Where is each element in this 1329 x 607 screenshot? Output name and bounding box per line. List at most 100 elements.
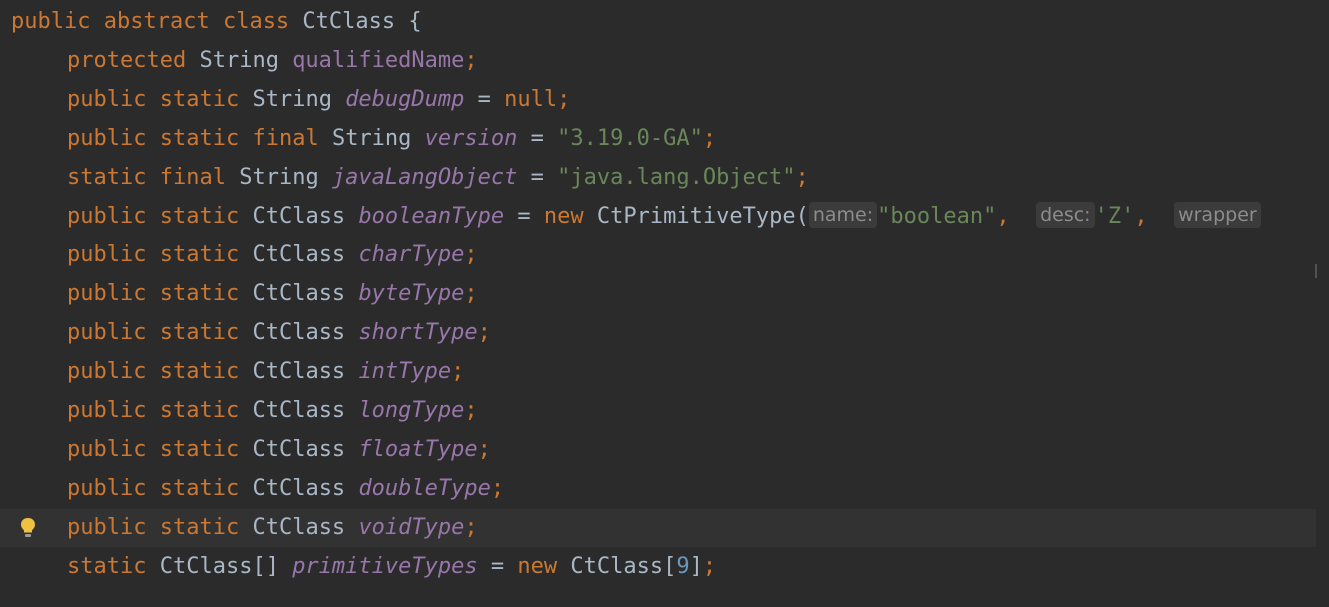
code-text: static final String javaLangObject = "ja… bbox=[67, 159, 809, 197]
scrollbar-marker[interactable] bbox=[1315, 264, 1317, 278]
code-token: new bbox=[517, 553, 558, 579]
code-line[interactable]: protected String qualifiedName; bbox=[0, 42, 1316, 80]
code-line[interactable]: public static String debugDump = null; bbox=[0, 81, 1316, 119]
code-line[interactable]: static CtClass[] primitiveTypes = new Ct… bbox=[0, 548, 1316, 586]
code-token: static bbox=[67, 164, 147, 190]
code-token: public bbox=[67, 514, 147, 540]
code-token: ; bbox=[464, 514, 478, 540]
code-editor[interactable]: public abstract class CtClass {protected… bbox=[0, 0, 1329, 607]
code-token: String bbox=[186, 47, 293, 73]
code-text: public static CtClass voidType; bbox=[67, 509, 478, 547]
code-token: static bbox=[159, 281, 240, 307]
code-line[interactable]: public static CtClass intType; bbox=[0, 353, 1316, 391]
code-token: null bbox=[504, 86, 558, 112]
code-token: abstract bbox=[103, 9, 210, 34]
code-token: public bbox=[11, 9, 91, 34]
code-token: CtClass bbox=[239, 281, 359, 307]
code-token: , bbox=[1134, 203, 1175, 229]
code-token: ; bbox=[490, 475, 505, 501]
code-token: ; bbox=[702, 125, 717, 151]
code-token: static bbox=[67, 553, 147, 579]
code-token: CtClass bbox=[239, 359, 359, 385]
code-token: final bbox=[252, 125, 319, 151]
code-token: static bbox=[159, 203, 240, 229]
code-token: public bbox=[67, 436, 147, 462]
code-token: public bbox=[67, 242, 147, 268]
code-token: "java.lang.Object" bbox=[557, 164, 796, 190]
code-token: new bbox=[543, 203, 584, 229]
code-token: static bbox=[159, 436, 240, 462]
code-token: ; bbox=[451, 359, 465, 385]
code-token: byteType bbox=[358, 281, 465, 307]
code-token: CtClass bbox=[239, 320, 359, 346]
parameter-hint: name: bbox=[808, 201, 878, 228]
code-text: public static CtClass shortType; bbox=[67, 314, 491, 352]
code-token: voidType bbox=[358, 514, 465, 540]
code-token: static bbox=[159, 320, 240, 346]
lightbulb-icon[interactable] bbox=[20, 517, 36, 539]
code-token: CtClass[] bbox=[146, 553, 293, 579]
code-token: CtPrimitiveType( bbox=[583, 203, 809, 229]
code-line[interactable]: public static CtClass shortType; bbox=[0, 314, 1316, 352]
code-token: 9 bbox=[676, 553, 690, 579]
code-token: public bbox=[67, 281, 147, 307]
code-token: static bbox=[159, 86, 240, 112]
code-token: CtClass bbox=[239, 398, 359, 423]
code-token: javaLangObject bbox=[331, 164, 518, 190]
code-line[interactable]: public static CtClass doubleType; bbox=[0, 470, 1316, 508]
code-text: public static CtClass intType; bbox=[67, 353, 464, 391]
code-line[interactable]: public static CtClass longType; bbox=[0, 392, 1316, 430]
code-line[interactable]: public static CtClass charType; bbox=[0, 236, 1316, 274]
code-token: ; bbox=[464, 242, 478, 268]
code-token: charType bbox=[358, 242, 465, 268]
code-token: "3.19.0-GA" bbox=[557, 125, 703, 151]
code-text: public static String debugDump = null; bbox=[67, 81, 570, 119]
code-line[interactable]: public static final String version = "3.… bbox=[0, 120, 1316, 158]
code-token: CtClass { bbox=[289, 9, 422, 34]
code-token: CtClass bbox=[239, 203, 359, 229]
code-line[interactable]: public static CtClass byteType; bbox=[0, 275, 1316, 313]
code-line[interactable]: public static CtClass booleanType = new … bbox=[0, 198, 1316, 236]
code-token: booleanType bbox=[358, 203, 505, 229]
code-text: public static CtClass charType; bbox=[67, 236, 478, 274]
code-token: static bbox=[159, 359, 240, 385]
code-token: ; bbox=[795, 164, 809, 190]
code-token: String bbox=[318, 125, 425, 151]
code-token: ; bbox=[477, 320, 491, 346]
code-token: final bbox=[159, 164, 226, 190]
code-text: public static CtClass longType; bbox=[67, 392, 478, 430]
code-line[interactable]: static final String javaLangObject = "ja… bbox=[0, 159, 1316, 197]
code-token: = bbox=[504, 203, 544, 229]
code-token: shortType bbox=[358, 320, 478, 346]
code-token: version bbox=[424, 125, 518, 151]
code-token: ; bbox=[464, 47, 478, 73]
code-text: protected String qualifiedName; bbox=[67, 42, 478, 80]
code-token: public bbox=[67, 475, 147, 501]
code-line[interactable]: public static CtClass voidType; bbox=[0, 508, 1316, 547]
code-token: "boolean" bbox=[877, 203, 997, 229]
code-line[interactable]: public abstract class CtClass { bbox=[0, 3, 1316, 41]
code-token: = bbox=[477, 553, 518, 579]
code-token: class bbox=[222, 9, 290, 34]
code-token: public bbox=[67, 203, 147, 229]
code-text: public static CtClass byteType; bbox=[67, 275, 478, 313]
code-token: qualifiedName bbox=[292, 47, 465, 73]
code-line[interactable]: public static CtClass floatType; bbox=[0, 431, 1316, 469]
code-token: = bbox=[464, 86, 505, 112]
code-token: CtClass bbox=[239, 436, 359, 462]
code-token: CtClass[ bbox=[557, 553, 677, 579]
code-token: CtClass bbox=[239, 514, 359, 540]
code-token: String bbox=[239, 86, 346, 112]
code-token: doubleType bbox=[358, 475, 491, 501]
